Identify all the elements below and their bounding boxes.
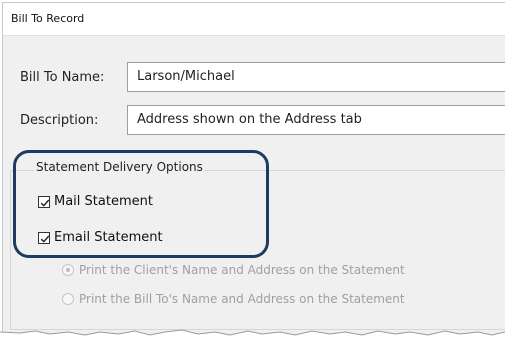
bill-to-name-field[interactable]: Larson/Michael <box>127 62 505 92</box>
print-bill-to-name-label: Print the Bill To's Name and Address on … <box>79 292 405 306</box>
print-bill-to-name-radio[interactable]: Print the Bill To's Name and Address on … <box>62 292 405 306</box>
torn-edge-decoration <box>0 329 505 348</box>
description-label: Description: <box>20 113 99 128</box>
mail-statement-label: Mail Statement <box>54 194 153 209</box>
description-field[interactable]: Address shown on the Address tab <box>127 105 505 135</box>
window-title: Bill To Record <box>11 12 85 25</box>
print-client-name-label: Print the Client's Name and Address on t… <box>79 263 405 277</box>
title-bar: Bill To Record <box>3 3 505 36</box>
email-statement-label: Email Statement <box>54 230 163 245</box>
mail-statement-checkbox[interactable]: Mail Statement <box>38 194 153 209</box>
print-client-name-radio[interactable]: Print the Client's Name and Address on t… <box>62 263 405 277</box>
radio-unselected-icon[interactable] <box>62 293 74 305</box>
checkbox-checked-icon[interactable] <box>38 231 50 244</box>
statement-delivery-title: Statement Delivery Options <box>34 160 205 174</box>
bill-to-name-label: Bill To Name: <box>20 70 105 85</box>
checkbox-checked-icon[interactable] <box>38 195 50 208</box>
radio-selected-icon[interactable] <box>62 264 74 276</box>
email-statement-checkbox[interactable]: Email Statement <box>38 230 163 245</box>
